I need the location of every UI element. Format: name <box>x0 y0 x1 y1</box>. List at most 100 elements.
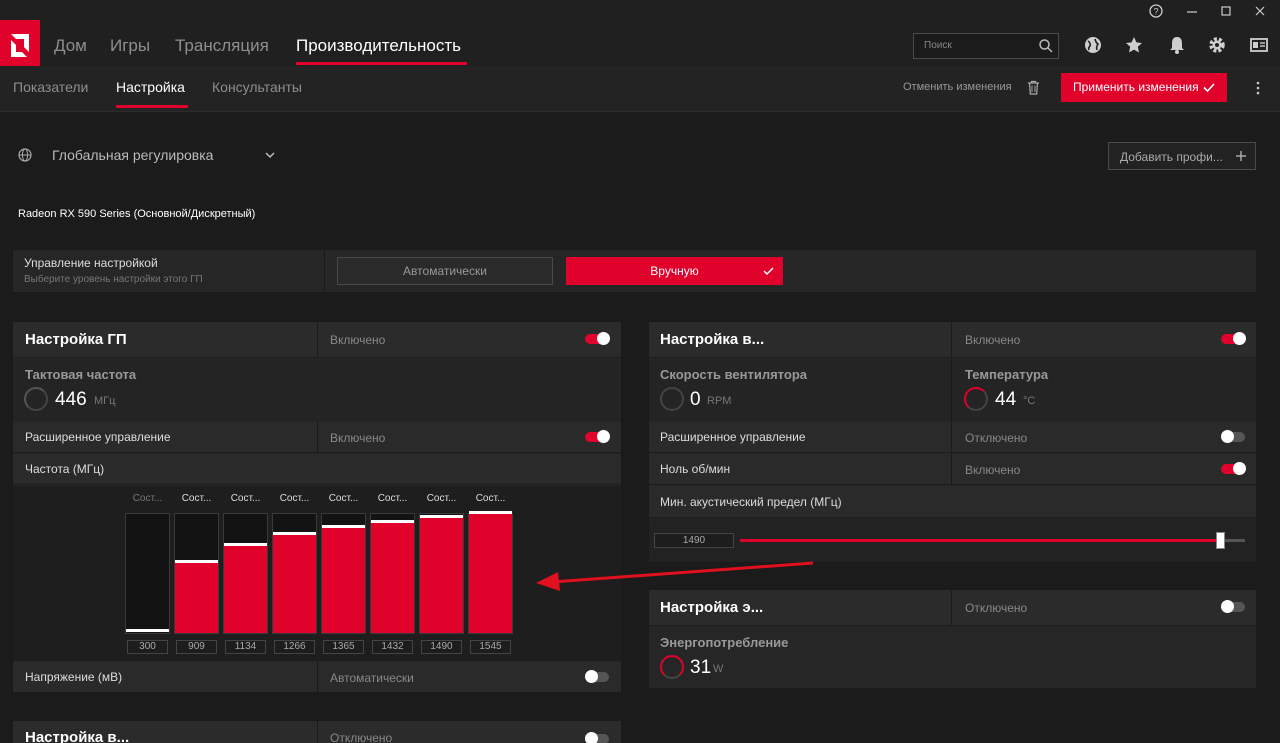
freq-state-fill <box>371 523 414 633</box>
freq-state-value[interactable]: 300 <box>127 640 168 654</box>
search-placeholder: Поиск <box>924 40 952 51</box>
freq-state-value[interactable]: 1432 <box>372 640 413 654</box>
minimize-icon[interactable] <box>1182 4 1202 22</box>
nav-tab-home[interactable]: Дом <box>54 36 87 56</box>
divider <box>317 721 318 743</box>
freq-state-handle[interactable] <box>126 629 169 632</box>
nav-tab-performance[interactable]: Производительность <box>296 36 461 56</box>
temperature-gauge-icon <box>964 387 988 411</box>
chevron-down-icon[interactable] <box>263 148 277 167</box>
state-label: Сост... <box>279 493 310 504</box>
vram-tuning-state: Отключено <box>330 731 393 743</box>
auto-tuning-button[interactable]: Автоматически <box>337 257 553 285</box>
fan-tuning-toggle[interactable] <box>1221 332 1246 345</box>
acoustic-label: Мин. акустический предел (МГц) <box>660 495 842 509</box>
nav-tab-games[interactable]: Игры <box>110 36 150 56</box>
fan-speed-gauge-icon <box>660 387 684 411</box>
tab-metrics[interactable]: Показатели <box>13 79 88 95</box>
gpu-tuning-toggle[interactable] <box>585 332 610 345</box>
nav-tab-streaming[interactable]: Трансляция <box>175 36 269 56</box>
divider <box>951 422 952 453</box>
freq-state-value[interactable]: 1545 <box>470 640 511 654</box>
divider <box>317 322 318 358</box>
svg-text:?: ? <box>1153 7 1158 17</box>
divider <box>317 422 318 453</box>
freq-state-value[interactable]: 1490 <box>421 640 462 654</box>
add-profile-button[interactable]: Добавить профи... <box>1108 142 1256 170</box>
voltage-state: Автоматически <box>330 671 414 685</box>
apply-changes-label: Применить изменения <box>1073 80 1199 94</box>
state-label: Сост... <box>377 493 408 504</box>
fan-advanced-label: Расширенное управление <box>660 430 806 444</box>
acoustic-value-input[interactable]: 1490 <box>654 533 734 548</box>
gear-icon[interactable] <box>1206 35 1228 57</box>
freq-state-handle[interactable] <box>420 515 463 518</box>
zero-rpm-label: Ноль об/мин <box>660 462 731 476</box>
fan-advanced-toggle[interactable] <box>1221 430 1245 443</box>
freq-state-handle[interactable] <box>469 511 512 514</box>
panel-icon[interactable] <box>1248 35 1270 57</box>
vram-tuning-toggle[interactable] <box>585 732 609 743</box>
profile-dropdown[interactable]: Глобальная регулировка <box>52 147 213 163</box>
freq-state-bar[interactable] <box>321 513 366 634</box>
globe-icon[interactable] <box>1082 35 1104 57</box>
tab-tuning[interactable]: Настройка <box>116 79 185 95</box>
state-label: Сост... <box>181 493 212 504</box>
temperature-unit: °C <box>1023 395 1036 407</box>
freq-state-bar[interactable] <box>419 513 464 634</box>
divider <box>951 359 952 421</box>
freq-state-value[interactable]: 909 <box>176 640 217 654</box>
close-icon[interactable] <box>1250 4 1270 22</box>
freq-state-handle[interactable] <box>322 525 365 528</box>
voltage-toggle[interactable] <box>585 670 609 683</box>
divider <box>951 322 952 358</box>
freq-state-handle[interactable] <box>371 520 414 523</box>
divider <box>951 590 952 626</box>
subnav-active-indicator <box>116 105 188 108</box>
power-tuning-toggle[interactable] <box>1221 600 1245 613</box>
freq-state-bar[interactable] <box>174 513 219 634</box>
maximize-icon[interactable] <box>1216 4 1236 22</box>
check-icon <box>763 267 774 276</box>
manual-tuning-button[interactable]: Вручную <box>566 257 783 285</box>
gpu-advanced-state: Включено <box>330 431 386 445</box>
acoustic-slider-thumb[interactable] <box>1216 532 1225 549</box>
help-icon[interactable]: ? <box>1146 4 1166 22</box>
power-tuning-state: Отключено <box>965 601 1028 615</box>
freq-state-value[interactable]: 1134 <box>225 640 266 654</box>
amd-logo-icon[interactable] <box>0 20 40 68</box>
power-gauge-icon <box>660 655 684 679</box>
freq-state-value[interactable]: 1266 <box>274 640 315 654</box>
search-input[interactable]: Поиск <box>913 33 1059 59</box>
freq-state-bar[interactable] <box>272 513 317 634</box>
freq-state-handle[interactable] <box>175 560 218 563</box>
gpu-advanced-toggle[interactable] <box>585 430 610 443</box>
zero-rpm-toggle[interactable] <box>1221 462 1246 475</box>
freq-state-handle[interactable] <box>273 532 316 535</box>
fan-advanced-state: Отключено <box>965 431 1028 445</box>
freq-state-fill <box>420 518 463 633</box>
freq-state-bar[interactable] <box>125 513 170 634</box>
bell-icon[interactable] <box>1166 35 1188 57</box>
discard-changes-button[interactable]: Отменить изменения <box>903 81 1012 93</box>
freq-label: Частота (МГц) <box>25 462 105 476</box>
acoustic-slider[interactable] <box>740 532 1245 549</box>
trash-icon[interactable] <box>1027 80 1040 100</box>
divider <box>951 454 952 485</box>
more-vertical-icon[interactable] <box>1254 80 1262 101</box>
plus-icon <box>1236 151 1246 161</box>
freq-state-bar[interactable] <box>370 513 415 634</box>
apply-changes-button[interactable]: Применить изменения <box>1061 73 1227 102</box>
temperature-label: Температура <box>965 367 1049 382</box>
tuning-control-subtitle: Выберите уровень настройки этого ГП <box>24 274 203 285</box>
search-icon[interactable] <box>1038 38 1054 54</box>
annotation-arrow-icon <box>536 561 814 591</box>
freq-state-value[interactable]: 1365 <box>323 640 364 654</box>
freq-state-bar[interactable] <box>468 511 513 634</box>
star-icon[interactable] <box>1123 35 1145 57</box>
freq-state-bar[interactable] <box>223 513 268 634</box>
gpu-advanced-label: Расширенное управление <box>25 430 171 444</box>
tab-advisors[interactable]: Консультанты <box>212 79 302 95</box>
freq-state-handle[interactable] <box>224 543 267 546</box>
fan-speed-label: Скорость вентилятора <box>660 367 807 382</box>
